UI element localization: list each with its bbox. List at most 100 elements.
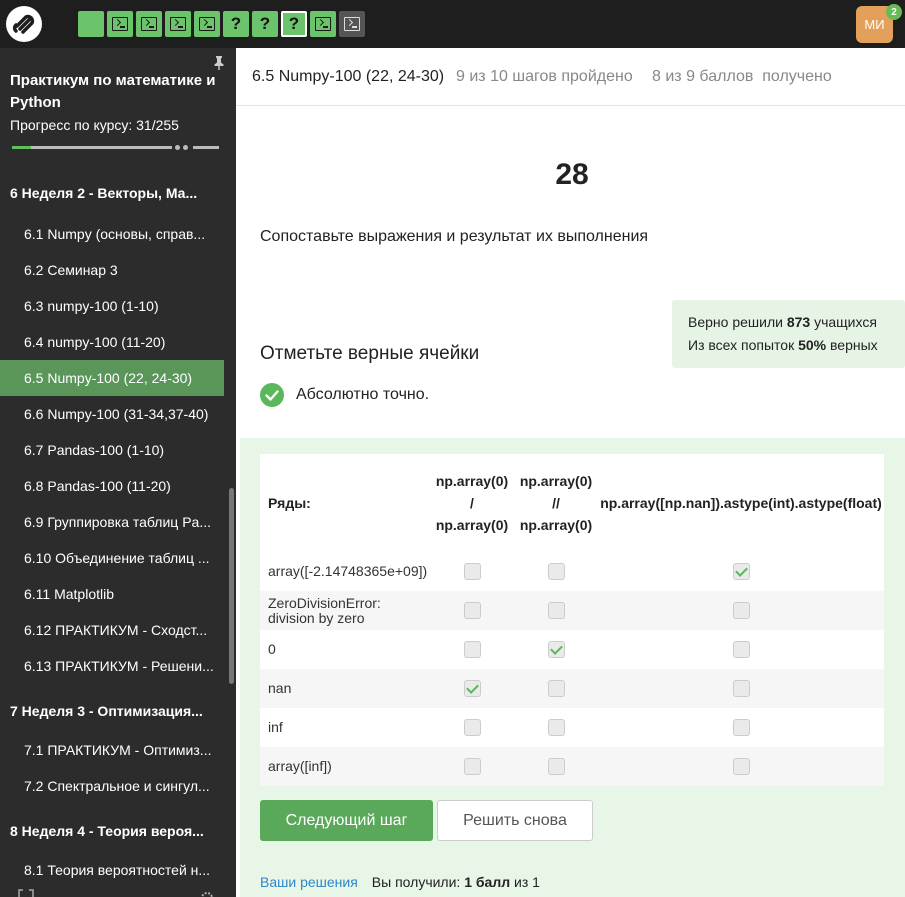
answer-cell bbox=[598, 747, 884, 786]
question-mark-icon: ? bbox=[259, 14, 271, 33]
points-received: Вы получили: 1 балл из 1 bbox=[371, 874, 540, 890]
sidebar-lesson-item[interactable]: 6.12 ПРАКТИКУМ - Сходст... bbox=[0, 612, 224, 648]
progress-certificate-markers bbox=[175, 145, 219, 150]
sidebar-lesson-item[interactable]: 6.3 numpy-100 (1-10) bbox=[0, 288, 224, 324]
column-header-line: // bbox=[552, 495, 560, 511]
sidebar-lesson-item[interactable]: 6.11 Matplotlib bbox=[0, 576, 224, 612]
steps-progress: 9 из 10 шагов пройдено bbox=[456, 68, 633, 85]
answer-cell bbox=[598, 669, 884, 708]
settings-icon[interactable] bbox=[200, 886, 214, 897]
column-header: np.array(0) / np.array(0) bbox=[430, 454, 514, 552]
answer-checkbox[interactable] bbox=[732, 758, 750, 776]
row-label: 0 bbox=[268, 641, 276, 657]
row-label: nan bbox=[260, 669, 430, 708]
retry-button[interactable]: Решить снова bbox=[437, 800, 593, 841]
answer-checkbox-checked[interactable] bbox=[547, 641, 565, 659]
answer-checkbox[interactable] bbox=[732, 719, 750, 737]
sidebar-lesson-item[interactable]: 8.1 Теория вероятностей н... bbox=[0, 852, 224, 888]
verdict: Абсолютно точно. bbox=[260, 383, 429, 407]
answer-cell bbox=[430, 552, 514, 591]
answer-checkbox[interactable] bbox=[463, 641, 481, 659]
step-tab-5[interactable] bbox=[194, 11, 220, 37]
column-header: np.array([np.nan]).astype(int).astype(fl… bbox=[598, 454, 884, 552]
column-header: np.array(0) // np.array(0) bbox=[514, 454, 598, 552]
sidebar-lesson-item[interactable]: 6.4 numpy-100 (11-20) bbox=[0, 324, 224, 360]
answer-cell bbox=[430, 669, 514, 708]
course-sidebar: Практикум по математике и Python Прогрес… bbox=[0, 48, 236, 897]
step-tab-3[interactable] bbox=[136, 11, 162, 37]
answer-cell bbox=[598, 630, 884, 669]
section-title[interactable]: 8 Неделя 4 - Теория вероя... bbox=[0, 812, 224, 850]
answer-checkbox[interactable] bbox=[463, 563, 481, 581]
answer-cell bbox=[514, 552, 598, 591]
step-tab-2[interactable] bbox=[107, 11, 133, 37]
stats-attempts: Из всех попыток 50% верных bbox=[688, 337, 878, 353]
terminal-icon bbox=[112, 17, 128, 31]
step-tab-9[interactable] bbox=[310, 11, 336, 37]
row-label: inf bbox=[268, 719, 283, 735]
sidebar-lesson-item[interactable]: 6.13 ПРАКТИКУМ - Решени... bbox=[0, 648, 224, 684]
sidebar-lesson-item[interactable]: 6.6 Numpy-100 (31-34,37-40) bbox=[0, 396, 224, 432]
notification-badge: 2 bbox=[886, 4, 902, 20]
answer-checkbox-checked[interactable] bbox=[732, 563, 750, 581]
answer-checkbox[interactable] bbox=[463, 758, 481, 776]
score-progress: 8 из 9 баллов получено bbox=[652, 68, 832, 85]
answer-checkbox[interactable] bbox=[732, 641, 750, 659]
check-circle-icon bbox=[260, 383, 284, 407]
next-step-button[interactable]: Следующий шаг bbox=[260, 800, 433, 841]
step-tab-8[interactable]: ? bbox=[281, 11, 307, 37]
answer-checkbox[interactable] bbox=[547, 563, 565, 581]
answer-panel: Ряды: np.array(0) / np.array(0) np.array(0) /… bbox=[240, 438, 905, 897]
answer-cell bbox=[598, 708, 884, 747]
your-solutions-link[interactable]: Ваши решения bbox=[260, 874, 358, 890]
step-tab-4[interactable] bbox=[165, 11, 191, 37]
answer-cell bbox=[598, 552, 884, 591]
section-title[interactable]: 7 Неделя 3 - Оптимизация... bbox=[0, 692, 224, 730]
step-tab-1[interactable] bbox=[78, 11, 104, 37]
answer-cell bbox=[514, 630, 598, 669]
sidebar-lesson-item[interactable]: 6.9 Группировка таблиц Pa... bbox=[0, 504, 224, 540]
lesson-title: 6.5 Numpy-100 (22, 24-30) bbox=[252, 68, 445, 85]
answer-checkbox[interactable] bbox=[547, 680, 565, 698]
sidebar-lesson-item[interactable]: 7.1 ПРАКТИКУМ - Оптимиз... bbox=[0, 732, 224, 768]
lesson-header: 6.5 Numpy-100 (22, 24-30) 9 из 10 шагов … bbox=[236, 48, 905, 106]
step-number: 28 bbox=[555, 158, 589, 191]
solve-stats: Верно решили 873 учащихся Из всех попыто… bbox=[672, 300, 905, 368]
logo-icon[interactable] bbox=[6, 6, 42, 42]
answer-checkbox[interactable] bbox=[547, 719, 565, 737]
row-header: Ряды: bbox=[268, 495, 311, 511]
answer-checkbox[interactable] bbox=[732, 602, 750, 620]
terminal-icon bbox=[170, 17, 186, 31]
answer-cell bbox=[514, 591, 598, 630]
sidebar-scrollbar[interactable] bbox=[229, 488, 234, 684]
step-tab-10[interactable] bbox=[339, 11, 365, 37]
answer-checkbox[interactable] bbox=[463, 602, 481, 620]
course-title[interactable]: Практикум по математике и Python bbox=[10, 70, 220, 114]
result-footer: Ваши решения Вы получили: 1 балл из 1 bbox=[260, 874, 540, 890]
row-label: array([inf]) bbox=[260, 747, 430, 786]
sidebar-lesson-item[interactable]: 6.2 Семинар 3 bbox=[0, 252, 224, 288]
course-progress-bar bbox=[12, 146, 172, 149]
sidebar-lesson-item[interactable]: 6.1 Numpy (основы, справ... bbox=[0, 216, 224, 252]
sidebar-lesson-item[interactable]: 7.2 Спектральное и сингул... bbox=[0, 768, 224, 804]
section-title[interactable]: 6 Неделя 2 - Векторы, Ма... bbox=[0, 174, 224, 212]
step-tab-7[interactable]: ? bbox=[252, 11, 278, 37]
step-content: 28 Сопоставьте выражения и результат их … bbox=[236, 106, 905, 897]
matching-table: Ряды: np.array(0) / np.array(0) np.array(0) /… bbox=[260, 454, 884, 786]
question-mark-icon: ? bbox=[288, 14, 300, 33]
stats-solved: Верно решили 873 учащихся bbox=[688, 314, 877, 330]
expand-icon[interactable] bbox=[18, 886, 34, 897]
answer-checkbox[interactable] bbox=[463, 719, 481, 737]
answer-checkbox-checked[interactable] bbox=[463, 680, 481, 698]
terminal-icon bbox=[344, 17, 360, 31]
answer-checkbox[interactable] bbox=[547, 602, 565, 620]
sidebar-lesson-item[interactable]: 6.7 Pandas-100 (1-10) bbox=[0, 432, 224, 468]
answer-checkbox[interactable] bbox=[732, 680, 750, 698]
sidebar-lesson-item[interactable]: 6.8 Pandas-100 (11-20) bbox=[0, 468, 224, 504]
terminal-icon bbox=[141, 17, 157, 31]
answer-checkbox[interactable] bbox=[547, 758, 565, 776]
sidebar-lesson-item[interactable]: 6.5 Numpy-100 (22, 24-30) bbox=[0, 360, 224, 396]
answer-cell bbox=[430, 630, 514, 669]
sidebar-lesson-item[interactable]: 6.10 Объединение таблиц ... bbox=[0, 540, 224, 576]
step-tab-6[interactable]: ? bbox=[223, 11, 249, 37]
